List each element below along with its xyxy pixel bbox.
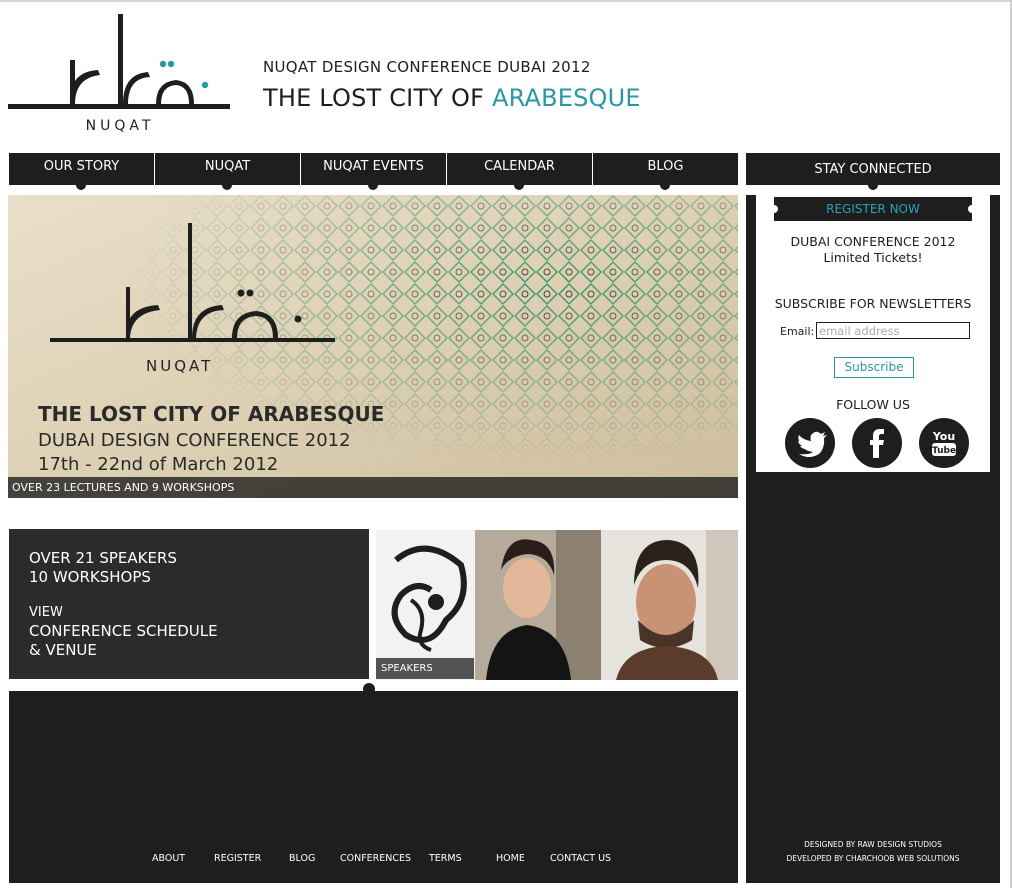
nav-dot [660,180,670,190]
site-logo[interactable]: NUQAT [8,12,232,137]
conference-line: DUBAI CONFERENCE 2012 [790,234,956,249]
hero-artwork [8,195,738,498]
site-title: THE LOST CITY OF ARABESQUE [263,84,641,112]
footer-link-terms[interactable]: TERMS [429,853,462,864]
hero-subtitle: DUBAI DESIGN CONFERENCE 2012 [38,430,351,451]
speakers-caption: SPEAKERS [376,658,474,679]
ticket-notch [968,205,976,213]
workshops-count: 10 WORKSHOPS [29,568,151,586]
ticket-notch [770,205,778,213]
nav-dot [868,180,878,190]
footer-dot [363,683,375,695]
logo-wordmark: NUQAT [85,118,155,134]
nav-dot [514,180,524,190]
nav-dot [368,180,378,190]
youtube-icon[interactable]: You Tube [919,418,969,468]
site-subtitle: NUQAT DESIGN CONFERENCE DUBAI 2012 [263,58,591,76]
newsletter-heading: SUBSCRIBE FOR NEWSLETTERS [774,296,972,311]
hero-title: THE LOST CITY OF ARABESQUE [38,402,385,426]
subscribe-button[interactable]: Subscribe [834,357,914,378]
speakers-count: OVER 21 SPEAKERS [29,549,177,567]
footer-link-contact-us[interactable]: CONTACT US [550,853,611,864]
hero-banner[interactable]: NUQAT OVER 23 LECTURES AND 9 WORKSHOPS [8,195,738,498]
footer-link-about[interactable]: ABOUT [152,853,185,864]
design-credit[interactable]: DESIGNED BY RAW DESIGN STUDIOS [746,840,1000,849]
hero-dates: 17th - 22nd of March 2012 [38,454,279,475]
email-field[interactable] [816,322,970,339]
logo-calligraphy [8,14,230,109]
footer-link-conferences[interactable]: CONFERENCES [340,853,411,864]
development-credit[interactable]: DEVELOPED BY CHARCHOOB WEB SOLUTIONS [746,854,1000,863]
register-now-button[interactable]: REGISTER NOW [774,197,972,221]
follow-us-heading: FOLLOW US [836,397,910,412]
footer-link-blog[interactable]: BLOG [289,853,315,864]
window-top-border [0,0,1012,2]
nav-dot [222,180,232,190]
venue-link[interactable]: & VENUE [29,641,97,659]
title-main: THE LOST CITY OF [263,84,492,112]
view-label: VIEW [29,605,63,620]
twitter-icon[interactable] [785,418,835,468]
svg-text:Tube: Tube [932,446,956,456]
email-label: Email: [780,325,815,338]
speakers-info-box: OVER 21 SPEAKERS 10 WORKSHOPS VIEW CONFE… [9,529,369,679]
hero-caption: OVER 23 LECTURES AND 9 WORKSHOPS [8,477,738,498]
hero-logo-wordmark: NUQAT [146,357,214,375]
nav-dot [76,180,86,190]
conference-schedule-link[interactable]: CONFERENCE SCHEDULE [29,622,218,640]
limited-tickets-text: Limited Tickets! [823,250,923,265]
svg-text:You: You [932,430,955,443]
footer-link-register[interactable]: REGISTER [214,853,261,864]
facebook-icon[interactable] [852,418,902,468]
footer-link-home[interactable]: HOME [496,853,525,864]
title-accent: ARABESQUE [491,84,641,112]
